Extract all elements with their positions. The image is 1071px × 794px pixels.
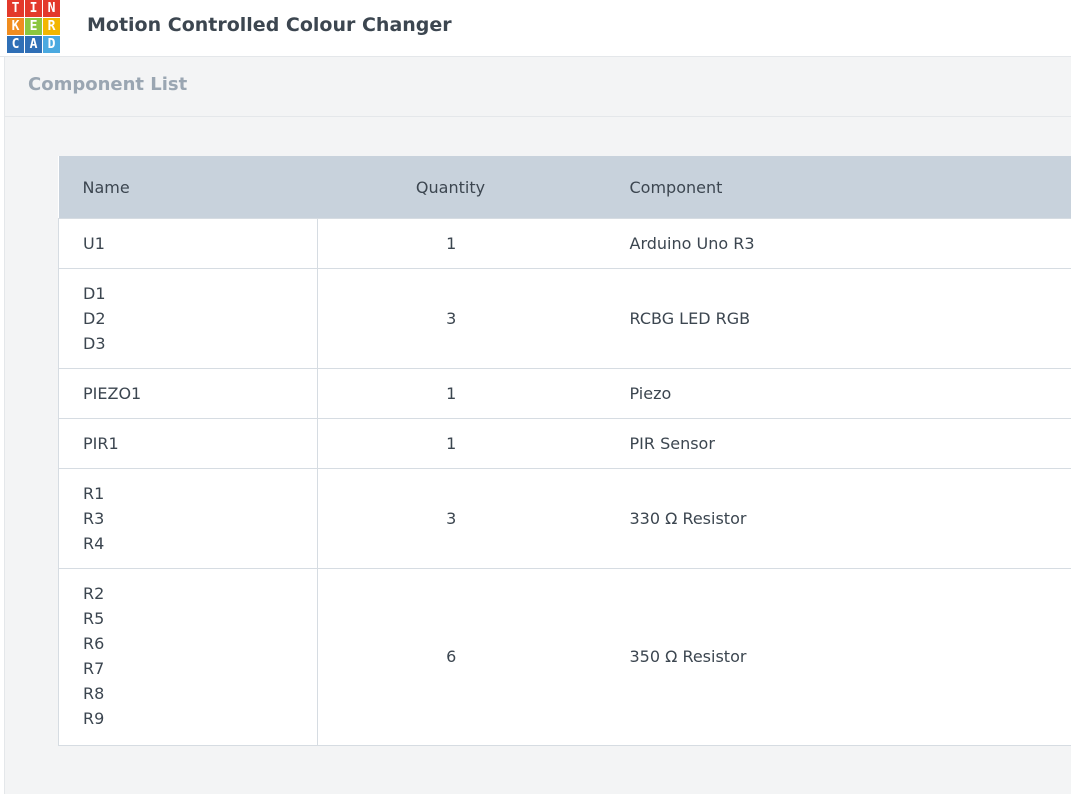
component-cell: RCBG LED RGB [629, 268, 1071, 369]
table-row: R2 R5 R6 R7 R8 R9 6 350 Ω Resistor [58, 568, 1071, 746]
designator: PIR1 [83, 434, 119, 453]
designator: R7 [83, 659, 105, 678]
quantity-cell: 3 [317, 268, 630, 369]
logo-letter: I [25, 0, 42, 17]
designator: D3 [83, 334, 106, 353]
tinkercad-logo[interactable]: T I N K E R C A D [7, 0, 60, 53]
logo-letter: A [25, 36, 42, 53]
panel-header: Component List [5, 57, 1071, 117]
column-header-quantity: Quantity [317, 156, 630, 219]
column-header-component: Component [629, 156, 1071, 219]
quantity-cell: 1 [317, 218, 630, 269]
component-cell: 350 Ω Resistor [629, 568, 1071, 746]
designator: PIEZO1 [83, 384, 142, 403]
project-title: Motion Controlled Colour Changer [87, 14, 452, 36]
designator: R2 [83, 584, 105, 603]
designator: R6 [83, 634, 105, 653]
quantity-cell: 3 [317, 468, 630, 569]
row-names-cell: PIEZO1 [58, 368, 318, 419]
quantity-cell: 1 [317, 368, 630, 419]
component-table: Name Quantity Component U1 1 Arduino Uno… [58, 156, 1071, 746]
table-row: R1 R3 R4 3 330 Ω Resistor [58, 468, 1071, 569]
designator: R5 [83, 609, 105, 628]
table-row: PIR1 1 PIR Sensor [58, 418, 1071, 469]
column-header-name: Name [58, 156, 318, 219]
designator: R9 [83, 709, 105, 728]
row-names-cell: U1 [58, 218, 318, 269]
row-names-cell: R1 R3 R4 [58, 468, 318, 569]
logo-letter: R [43, 18, 60, 35]
designator: R4 [83, 534, 105, 553]
logo-letter: T [7, 0, 24, 17]
quantity-cell: 6 [317, 568, 630, 746]
table-header-row: Name Quantity Component [58, 156, 1071, 219]
designator: R1 [83, 484, 105, 503]
panel-title: Component List [28, 74, 188, 95]
logo-letter: E [25, 18, 42, 35]
logo-letter: C [7, 36, 24, 53]
logo-letter: N [43, 0, 60, 17]
designator: D2 [83, 309, 106, 328]
row-names-cell: D1 D2 D3 [58, 268, 318, 369]
row-names-cell: PIR1 [58, 418, 318, 469]
designator: U1 [83, 234, 105, 253]
table-row: PIEZO1 1 Piezo [58, 368, 1071, 419]
app-header: T I N K E R C A D Motion Controlled Colo… [0, 0, 1071, 57]
component-cell: Piezo [629, 368, 1071, 419]
designator: R3 [83, 509, 105, 528]
designator: R8 [83, 684, 105, 703]
quantity-cell: 1 [317, 418, 630, 469]
table-row: U1 1 Arduino Uno R3 [58, 218, 1071, 269]
component-cell: Arduino Uno R3 [629, 218, 1071, 269]
component-cell: PIR Sensor [629, 418, 1071, 469]
row-names-cell: R2 R5 R6 R7 R8 R9 [58, 568, 318, 746]
logo-letter: D [43, 36, 60, 53]
table-row: D1 D2 D3 3 RCBG LED RGB [58, 268, 1071, 369]
component-cell: 330 Ω Resistor [629, 468, 1071, 569]
logo-letter: K [7, 18, 24, 35]
component-list-panel: Component List Name Quantity Component U… [4, 57, 1071, 794]
designator: D1 [83, 284, 106, 303]
